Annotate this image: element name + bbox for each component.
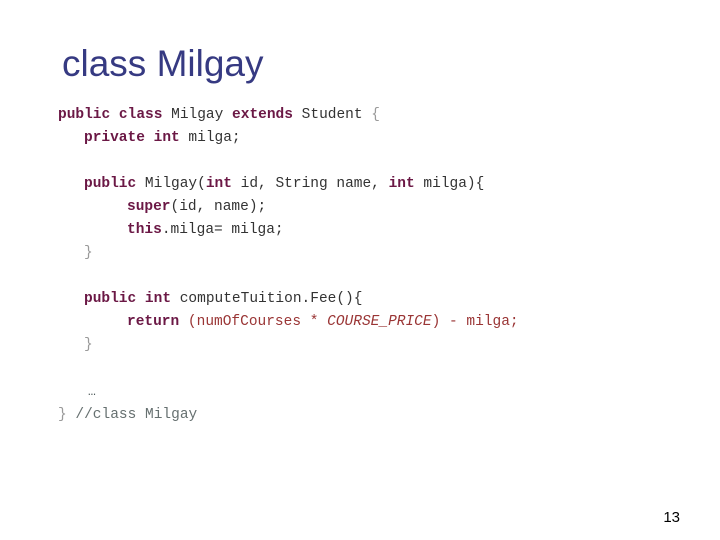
code-token: (numOfCourses * bbox=[187, 314, 328, 330]
line-ellipsis: … bbox=[58, 380, 678, 404]
code-token: //class Milgay bbox=[75, 407, 198, 423]
page-title: class Milgay bbox=[62, 43, 264, 84]
code-token: id, String name, bbox=[240, 176, 389, 192]
code-token: private int bbox=[84, 130, 189, 146]
code-token: milga){ bbox=[423, 176, 485, 192]
code-token: return bbox=[127, 314, 188, 330]
code-token: .milga= milga; bbox=[161, 222, 284, 238]
code-token: super bbox=[127, 199, 171, 215]
code-token: public int bbox=[84, 291, 180, 307]
line-this-assign: this.milga= milga; bbox=[58, 219, 678, 242]
line-method-signature: public int computeTuition.Fee(){ bbox=[58, 288, 678, 311]
slide-canvas: class Milgay public class Milgay extends… bbox=[0, 0, 720, 540]
line-blank-3 bbox=[58, 357, 678, 380]
code-token: extends bbox=[232, 107, 302, 123]
line-super-call: super(id, name); bbox=[58, 196, 678, 219]
code-token: milga; bbox=[188, 130, 241, 146]
line-close-method: } bbox=[58, 334, 678, 357]
code-token: } bbox=[84, 245, 93, 261]
line-blank-1 bbox=[58, 150, 678, 173]
code-token: public bbox=[84, 176, 145, 192]
code-token: int bbox=[388, 176, 424, 192]
line-blank-2 bbox=[58, 265, 678, 288]
code-token: public class bbox=[58, 107, 172, 123]
line-field-milga: private int milga; bbox=[58, 127, 678, 150]
code-token: ) - milga; bbox=[431, 314, 519, 330]
code-token: } bbox=[84, 337, 93, 353]
code-token: (id, name); bbox=[170, 199, 267, 215]
code-token: computeTuition.Fee(){ bbox=[179, 291, 363, 307]
code-token: Milgay( bbox=[144, 176, 206, 192]
line-close-constructor: } bbox=[58, 242, 678, 265]
line-return-statement: return (numOfCourses * COURSE_PRICE) - m… bbox=[58, 311, 678, 334]
line-constructor-signature: public Milgay(int id, String name, int m… bbox=[58, 173, 678, 196]
code-token: … bbox=[88, 384, 96, 399]
code-token: COURSE_PRICE bbox=[327, 314, 432, 330]
line-close-class: } //class Milgay bbox=[58, 404, 678, 427]
code-token: Milgay bbox=[171, 107, 233, 123]
line-class-decl: public class Milgay extends Student { bbox=[58, 104, 678, 127]
page-number: 13 bbox=[663, 509, 680, 526]
code-token: { bbox=[371, 107, 380, 123]
code-token: int bbox=[205, 176, 241, 192]
code-listing: public class Milgay extends Student {pri… bbox=[58, 104, 678, 427]
code-token: this bbox=[127, 222, 162, 238]
code-token: } bbox=[58, 407, 76, 423]
code-token: Student bbox=[301, 107, 372, 123]
